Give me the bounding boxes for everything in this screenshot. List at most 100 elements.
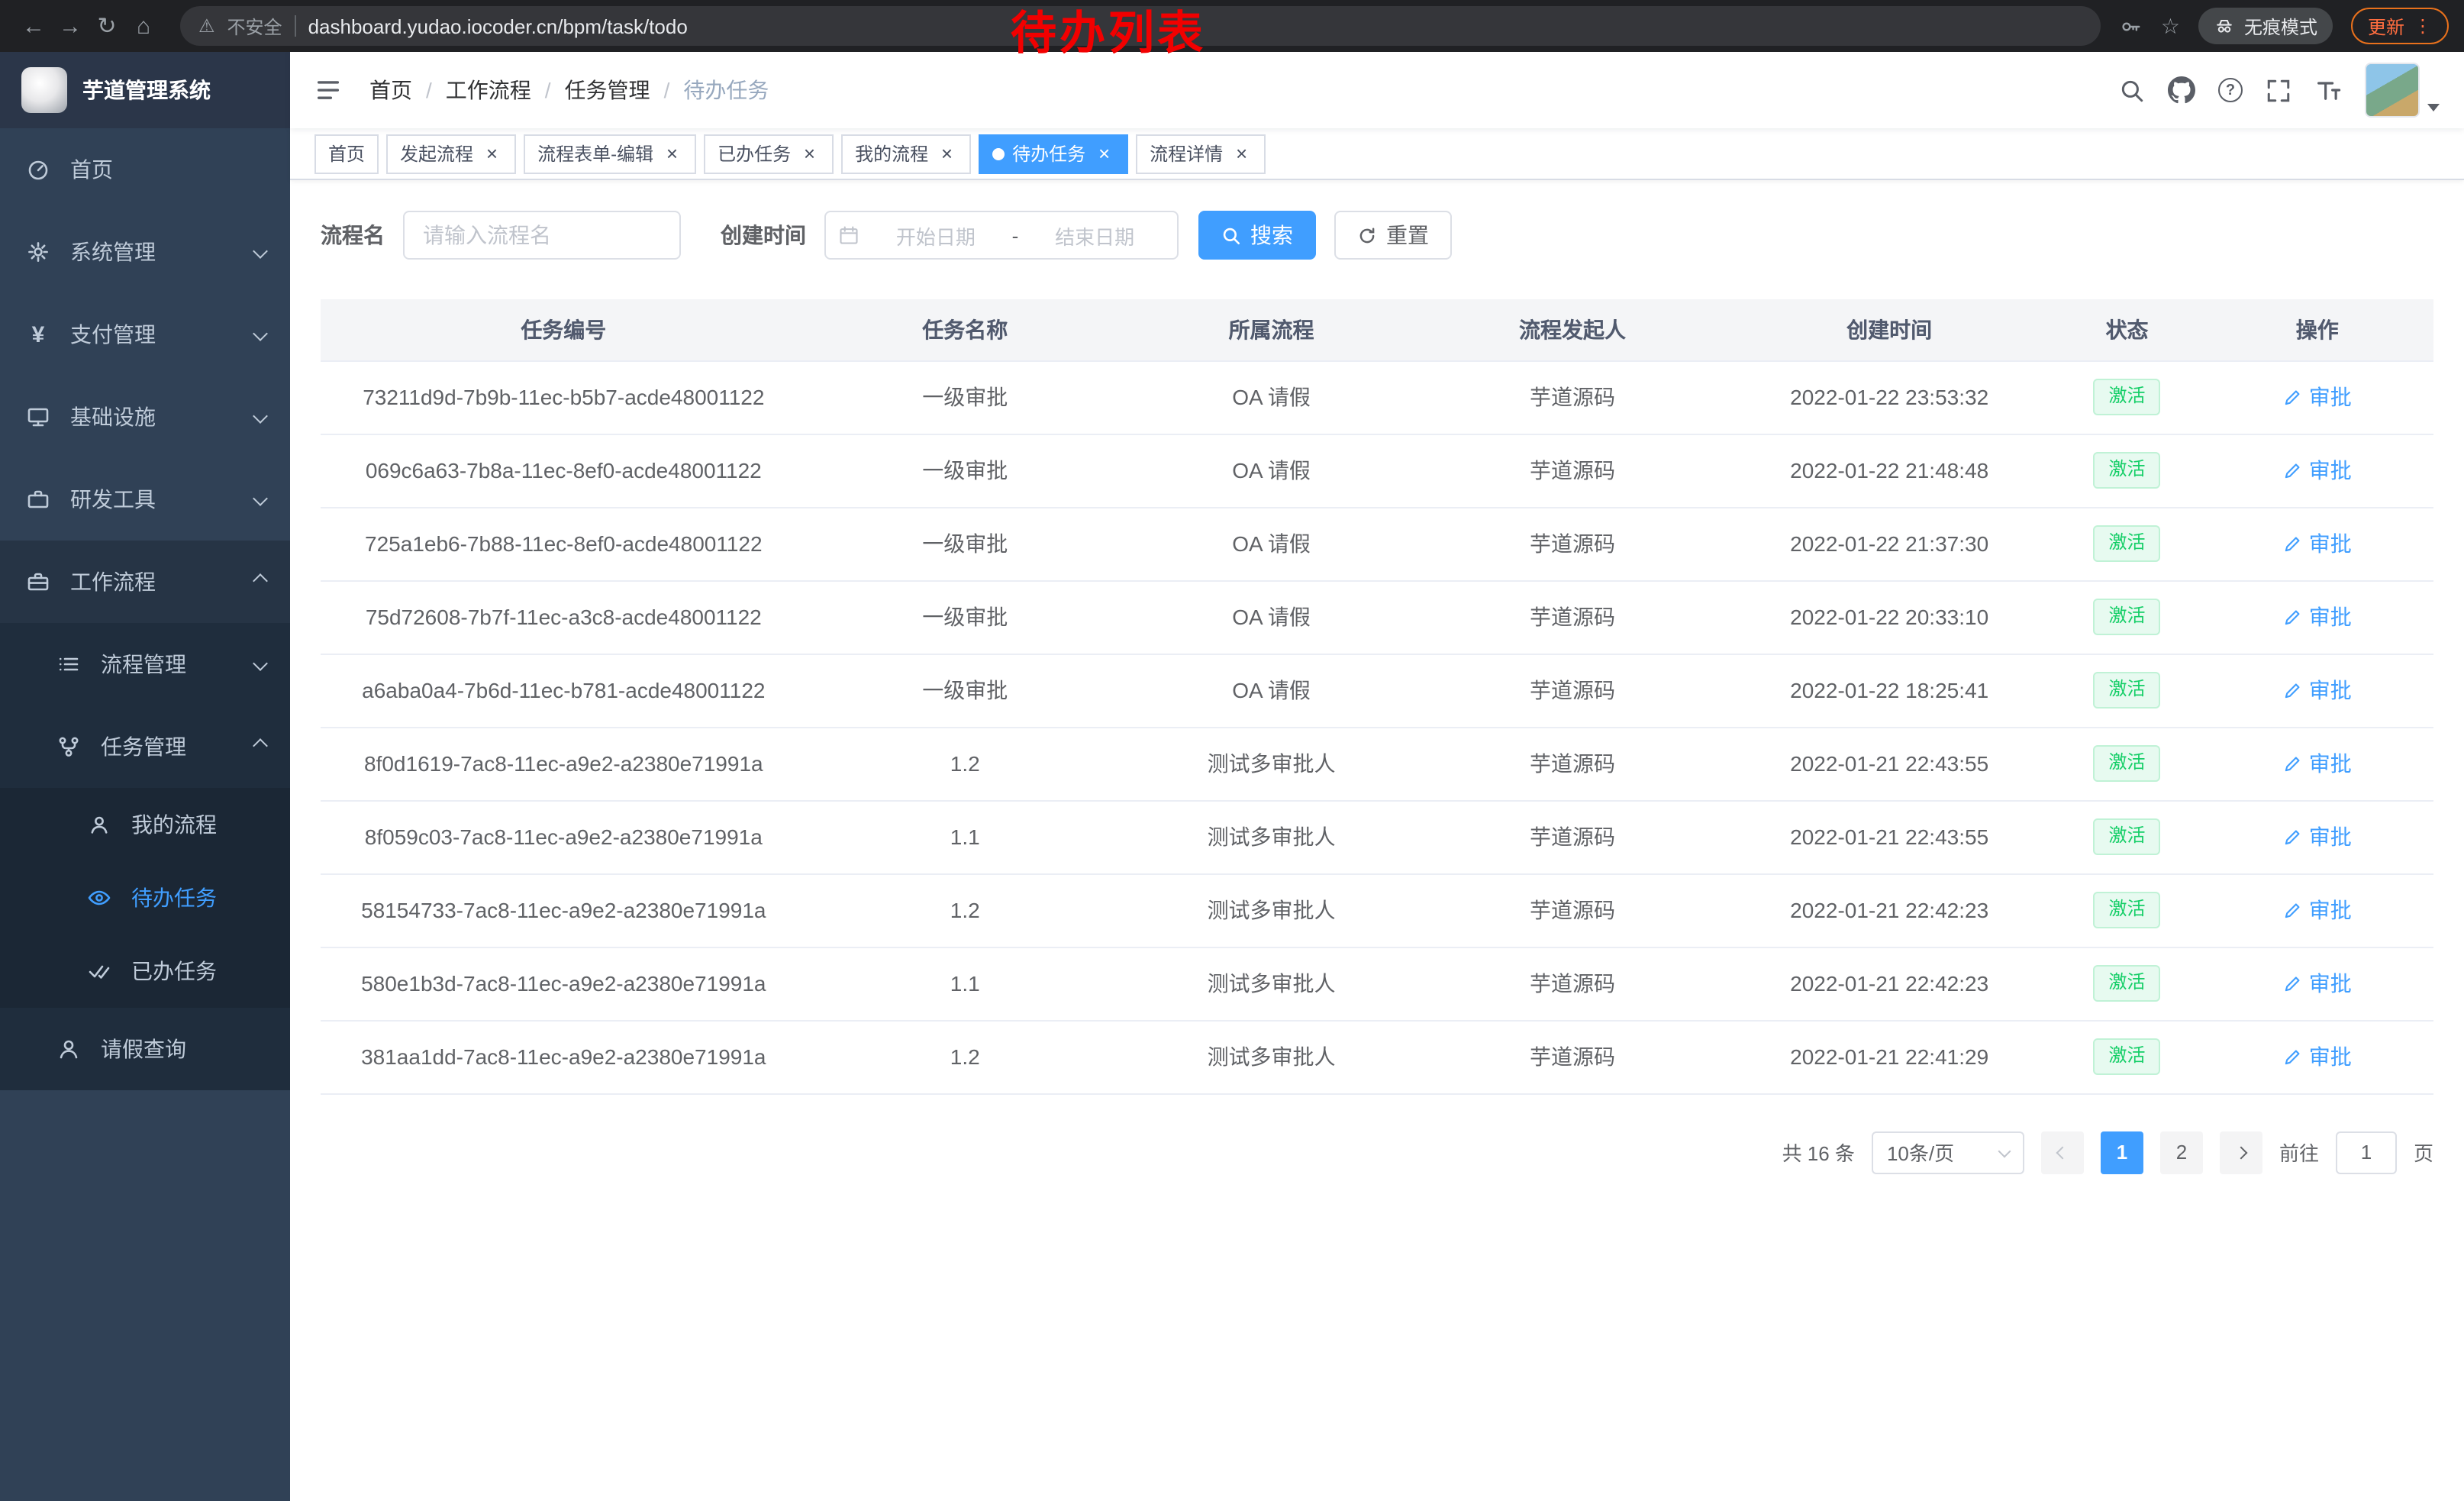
url-divider: [295, 15, 296, 37]
github-icon[interactable]: [2168, 76, 2195, 104]
approve-link[interactable]: 审批: [2283, 602, 2352, 632]
cell-task-id: 381aa1dd-7ac8-11ec-a9e2-a2380e71991a: [321, 1020, 807, 1093]
cell-initiator: 芋道源码: [1419, 360, 1725, 434]
search-button[interactable]: 搜索: [1198, 211, 1316, 260]
font-size-icon[interactable]: [2314, 76, 2342, 104]
tab[interactable]: 我的流程 ×: [841, 134, 971, 173]
approve-link-label: 审批: [2309, 968, 2352, 999]
breadcrumb-item-task-management[interactable]: 任务管理: [565, 75, 650, 105]
cell-action: 审批: [2201, 1020, 2433, 1093]
tab-close-icon[interactable]: ×: [936, 143, 957, 164]
cell-status: 激活: [2053, 434, 2201, 507]
date-range-picker[interactable]: 开始日期 - 结束日期: [824, 211, 1179, 260]
app-logo[interactable]: 芋道管理系统: [0, 52, 290, 128]
tab-close-icon[interactable]: ×: [661, 143, 682, 164]
tab[interactable]: 流程表单-编辑 ×: [524, 134, 696, 173]
tab[interactable]: 流程详情 ×: [1136, 134, 1266, 173]
approve-link[interactable]: 审批: [2283, 748, 2352, 779]
sidebar-item-home[interactable]: 首页: [0, 128, 290, 211]
approve-link-label: 审批: [2309, 1041, 2352, 1072]
tab-close-icon[interactable]: ×: [1230, 143, 1252, 164]
sidebar-item-done-tasks[interactable]: 已办任务: [0, 934, 290, 1008]
cell-process: OA 请假: [1124, 434, 1420, 507]
sidebar-item-leave-query[interactable]: 请假查询: [0, 1008, 290, 1090]
status-badge: 激活: [2094, 1038, 2161, 1074]
app-frame: 芋道管理系统 首页 系统管理 ¥ 支付管理: [0, 52, 2464, 1501]
forward-icon[interactable]: →: [52, 13, 89, 39]
search-icon[interactable]: [2119, 77, 2145, 103]
tab-close-icon[interactable]: ×: [798, 143, 820, 164]
sidebar-item-process-management[interactable]: 流程管理: [0, 623, 290, 705]
page-button-2[interactable]: 2: [2160, 1131, 2203, 1173]
back-icon[interactable]: ←: [15, 13, 52, 39]
cell-task-id: a6aba0a4-7b6d-11ec-b781-acde48001122: [321, 654, 807, 727]
tab-label: 发起流程: [400, 140, 473, 166]
fullscreen-icon[interactable]: [2266, 77, 2291, 103]
table-row: 8f059c03-7ac8-11ec-a9e2-a2380e71991a 1.1…: [321, 800, 2433, 873]
sidebar-item-workflow[interactable]: 工作流程: [0, 541, 290, 623]
cell-action: 审批: [2201, 654, 2433, 727]
cell-created: 2022-01-22 21:48:48: [1726, 434, 2053, 507]
cell-task-id: 75d72608-7b7f-11ec-a3c8-acde48001122: [321, 580, 807, 654]
breadcrumb-item-home[interactable]: 首页: [369, 75, 412, 105]
key-icon[interactable]: [2120, 15, 2143, 37]
sidebar-item-infrastructure[interactable]: 基础设施: [0, 376, 290, 458]
star-icon[interactable]: ☆: [2161, 13, 2180, 39]
table-row: 580e1b3d-7ac8-11ec-a9e2-a2380e71991a 1.1…: [321, 947, 2433, 1020]
cell-task-id: 580e1b3d-7ac8-11ec-a9e2-a2380e71991a: [321, 947, 807, 1020]
sidebar-item-todo-tasks[interactable]: 待办任务: [0, 861, 290, 934]
sidebar-item-label: 我的流程: [131, 809, 217, 840]
goto-page-input[interactable]: [2336, 1131, 2397, 1173]
sidebar-item-payment[interactable]: ¥ 支付管理: [0, 293, 290, 376]
help-icon[interactable]: ?: [2218, 78, 2243, 102]
start-date-placeholder[interactable]: 开始日期: [866, 221, 1006, 250]
menu-dots-icon[interactable]: ⋮: [2414, 15, 2432, 37]
tab[interactable]: 已办任务 ×: [704, 134, 834, 173]
chevron-down-icon: [253, 656, 268, 671]
tab-close-icon[interactable]: ×: [1093, 143, 1114, 164]
reset-button[interactable]: 重置: [1334, 211, 1452, 260]
sidebar-item-label: 首页: [70, 154, 113, 185]
sidebar-item-label: 研发工具: [70, 484, 156, 515]
table-header-cell: 流程发起人: [1419, 299, 1725, 360]
table-header-cell: 操作: [2201, 299, 2433, 360]
page-size-select[interactable]: 10条/页: [1872, 1131, 2024, 1173]
help-glyph: ?: [2226, 82, 2235, 98]
breadcrumb-item-workflow[interactable]: 工作流程: [446, 75, 531, 105]
sidebar-item-label: 流程管理: [101, 649, 186, 679]
approve-link[interactable]: 审批: [2283, 382, 2352, 412]
cell-created: 2022-01-21 22:43:55: [1726, 800, 2053, 873]
tab-close-icon[interactable]: ×: [481, 143, 502, 164]
update-button[interactable]: 更新 ⋮: [2351, 8, 2449, 44]
prev-page-button[interactable]: [2041, 1131, 2084, 1173]
approve-link[interactable]: 审批: [2283, 822, 2352, 852]
cell-status: 激活: [2053, 654, 2201, 727]
reload-icon[interactable]: ↻: [89, 12, 125, 40]
approve-link[interactable]: 审批: [2283, 528, 2352, 559]
tab[interactable]: 发起流程 ×: [386, 134, 516, 173]
branch-icon: [55, 734, 82, 759]
approve-link[interactable]: 审批: [2283, 675, 2352, 705]
end-date-placeholder[interactable]: 结束日期: [1024, 221, 1165, 250]
page-button-1[interactable]: 1: [2101, 1131, 2143, 1173]
approve-link[interactable]: 审批: [2283, 1041, 2352, 1072]
cell-status: 激活: [2053, 800, 2201, 873]
approve-link[interactable]: 审批: [2283, 455, 2352, 486]
sidebar-item-label: 待办任务: [131, 883, 217, 913]
process-name-input[interactable]: [403, 211, 681, 260]
sidebar-item-system[interactable]: 系统管理: [0, 211, 290, 293]
approve-link[interactable]: 审批: [2283, 895, 2352, 925]
home-icon[interactable]: ⌂: [125, 13, 162, 39]
hamburger-icon[interactable]: [314, 76, 342, 104]
tab[interactable]: 首页: [314, 134, 379, 173]
status-badge: 激活: [2094, 745, 2161, 781]
tab[interactable]: 待办任务 ×: [979, 134, 1128, 173]
sidebar-item-my-process[interactable]: 我的流程: [0, 788, 290, 861]
approve-link[interactable]: 审批: [2283, 968, 2352, 999]
next-page-button[interactable]: [2220, 1131, 2262, 1173]
cell-status: 激活: [2053, 727, 2201, 800]
sidebar-item-dev-tools[interactable]: 研发工具: [0, 458, 290, 541]
avatar[interactable]: [2365, 63, 2420, 118]
user-menu[interactable]: [2365, 63, 2440, 118]
sidebar-item-task-management[interactable]: 任务管理: [0, 705, 290, 788]
